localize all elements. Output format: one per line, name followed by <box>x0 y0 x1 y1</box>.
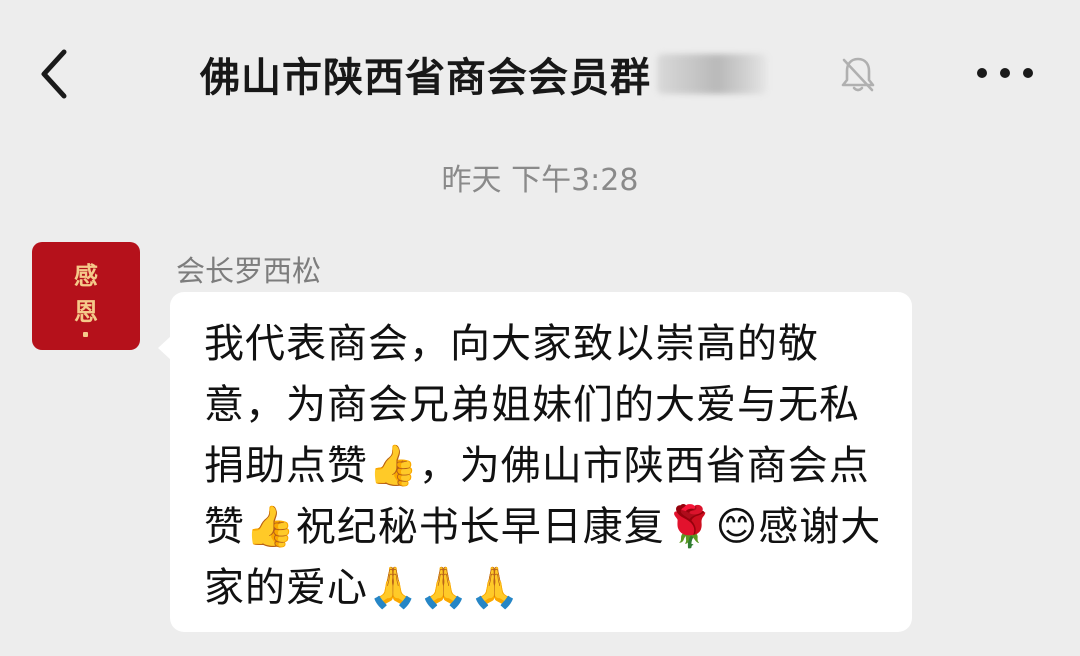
sender-name: 会长罗西松 <box>176 254 322 288</box>
sender-avatar[interactable]: 感 恩 <box>32 242 140 350</box>
avatar-char-1: 感 <box>74 261 98 290</box>
message-bubble[interactable]: 我代表商会，向大家致以崇高的敬意，为商会兄弟姐妹们的大爱与无私捐助点赞👍，为佛山… <box>170 292 912 632</box>
chevron-left-icon <box>41 49 67 99</box>
message-text: 我代表商会，向大家致以崇高的敬意，为商会兄弟姐妹们的大爱与无私捐助点赞👍，为佛山… <box>204 321 882 611</box>
back-button[interactable] <box>28 44 88 104</box>
ellipsis-icon <box>977 68 1033 78</box>
more-options-button[interactable] <box>970 58 1040 88</box>
bell-slash-icon <box>841 57 875 92</box>
chat-title-group: 佛山市陕西省商会会员群 <box>200 42 767 106</box>
mute-indicator <box>838 54 878 94</box>
chat-title: 佛山市陕西省商会会员群 <box>200 55 651 101</box>
message-timestamp: 昨天 下午3:28 <box>441 163 639 198</box>
chat-header: 佛山市陕西省商会会员群 <box>0 0 1080 140</box>
redacted-region <box>657 54 767 94</box>
avatar-char-2: 恩 <box>74 297 98 326</box>
avatar-seal-mark <box>83 332 88 337</box>
